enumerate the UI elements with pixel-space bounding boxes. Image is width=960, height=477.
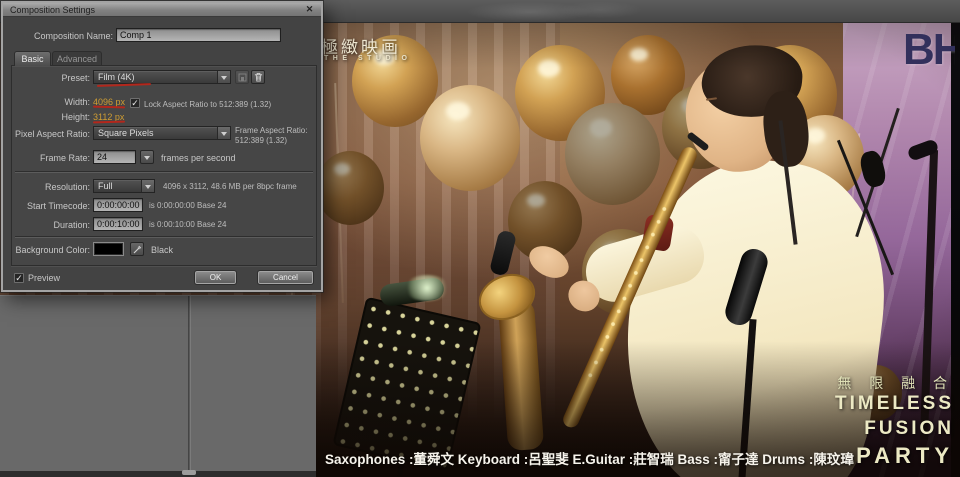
resolution-dropdown[interactable]: Full: [93, 179, 155, 193]
trash-icon: [254, 72, 262, 82]
frame-rate-dropdown-button[interactable]: [140, 150, 154, 164]
pixel-aspect-ratio-dropdown[interactable]: Square Pixels: [93, 126, 231, 140]
band-name-line2: FUSION: [864, 418, 954, 439]
start-timecode-input[interactable]: 0:00:00:00: [93, 198, 143, 212]
frame-rate-suffix: frames per second: [161, 153, 236, 163]
chevron-down-icon[interactable]: [141, 180, 154, 192]
resolution-value: Full: [98, 181, 113, 191]
resolution-label: Resolution:: [44, 182, 90, 192]
cancel-button[interactable]: Cancel: [257, 270, 314, 285]
panel-bottom-strip: [0, 471, 316, 477]
preset-value: Film (4K): [98, 72, 135, 82]
dialog-title: Composition Settings: [10, 5, 96, 15]
tab-advanced[interactable]: Advanced: [52, 51, 102, 66]
preview-checkbox[interactable]: [14, 273, 24, 283]
preset-dropdown[interactable]: Film (4K): [93, 70, 231, 84]
duration-label: Duration:: [53, 220, 90, 230]
duration-info: is 0:00:10:00 Base 24: [149, 220, 227, 229]
chevron-down-icon: [144, 155, 150, 163]
chevron-down-icon[interactable]: [217, 127, 230, 139]
credits-line: Saxophones :董舜文 Keyboard :呂聖斐 E.Guitar :…: [325, 452, 854, 467]
wall-sign: BH: [903, 25, 955, 74]
panel-divider[interactable]: [188, 296, 191, 477]
preset-label: Preset:: [61, 73, 90, 83]
duration-input[interactable]: 0:00:10:00: [93, 217, 143, 231]
frame-rate-input[interactable]: 24: [93, 150, 136, 164]
pixel-aspect-ratio-label: Pixel Aspect Ratio:: [14, 129, 90, 139]
separator: [15, 171, 313, 173]
composition-name-input[interactable]: Comp 1: [116, 28, 281, 42]
dialog-titlebar[interactable]: Composition Settings ✕: [3, 3, 321, 17]
band-name-chinese: 無 限 融 合: [837, 375, 954, 391]
studio-logo-subtitle: THE STUDIO: [324, 55, 412, 62]
background-color-name: Black: [151, 245, 174, 255]
close-icon[interactable]: ✕: [303, 4, 316, 15]
start-timecode-label: Start Timecode:: [26, 201, 90, 211]
frame-aspect-ratio-value: 512:389 (1.32): [235, 136, 288, 145]
width-label: Width:: [64, 97, 90, 107]
chevron-down-icon[interactable]: [217, 71, 230, 83]
band-name-line1: TIMELESS: [834, 393, 954, 414]
composition-name-label: Composition Name:: [33, 31, 113, 41]
band-name-line3: PARTY: [856, 443, 954, 468]
lock-aspect-label: Lock Aspect Ratio to 512:389 (1.32): [144, 100, 272, 109]
save-preset-button: [235, 70, 249, 84]
resolution-info: 4096 x 3112, 48.6 MB per 8bpc frame: [163, 182, 297, 191]
separator: [15, 236, 313, 238]
panel-background: [0, 295, 316, 477]
frame-rate-label: Frame Rate:: [39, 153, 90, 163]
after-effects-window: 極緻映画 THE STUDIO BH 無 限 融 合 TIMELESS FUSI…: [0, 0, 960, 477]
delete-preset-button[interactable]: [251, 70, 265, 84]
preview-label: Preview: [28, 273, 61, 283]
start-timecode-info: is 0:00:00:00 Base 24: [149, 201, 227, 210]
ok-button[interactable]: OK: [194, 270, 237, 285]
height-label: Height:: [61, 112, 90, 122]
save-preset-icon: [238, 73, 246, 81]
composition-settings-dialog: Composition Settings ✕ Composition Name:…: [1, 1, 323, 292]
pixel-aspect-ratio-value: Square Pixels: [98, 128, 154, 138]
eyedropper-icon: [133, 245, 141, 253]
eyedropper-button[interactable]: [130, 242, 144, 256]
panel-grip[interactable]: [182, 470, 196, 475]
tab-basic[interactable]: Basic: [14, 51, 51, 66]
background-color-label: Background Color:: [15, 245, 90, 255]
background-color-swatch[interactable]: [93, 242, 124, 256]
lock-aspect-checkbox[interactable]: [130, 98, 140, 108]
